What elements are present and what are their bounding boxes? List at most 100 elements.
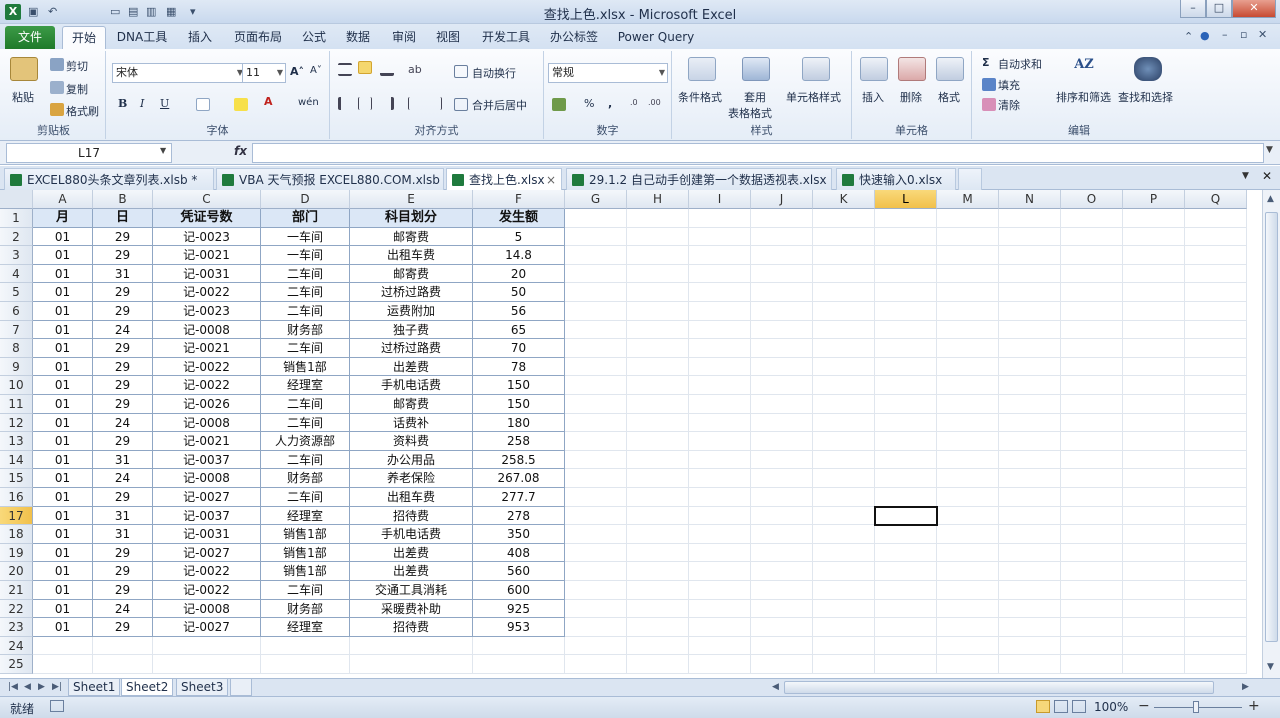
table-cell[interactable] [875, 320, 937, 340]
table-cell[interactable]: 29 [93, 283, 153, 302]
insert-function-button[interactable]: fx [234, 144, 247, 158]
table-cell[interactable]: 出差费 [350, 562, 473, 581]
table-cell[interactable]: 56 [473, 302, 565, 321]
table-cell[interactable] [1123, 283, 1185, 302]
table-cell[interactable]: 01 [33, 525, 93, 544]
table-cell[interactable]: 24 [93, 469, 153, 488]
table-cell[interactable] [627, 636, 689, 656]
table-cell[interactable] [1123, 302, 1185, 321]
table-cell[interactable]: 29 [93, 543, 153, 563]
table-cell[interactable]: 资料费 [350, 432, 473, 451]
table-cell[interactable] [689, 562, 751, 581]
table-cell[interactable]: 销售1部 [261, 543, 350, 563]
table-cell[interactable]: 01 [33, 488, 93, 507]
table-cell[interactable] [813, 227, 875, 247]
doc-close-icon[interactable]: ✕ [1258, 28, 1267, 41]
table-cell[interactable] [813, 581, 875, 600]
table-cell[interactable] [627, 339, 689, 358]
table-cell[interactable] [999, 469, 1061, 488]
table-cell[interactable] [565, 376, 627, 395]
worksheet-grid[interactable]: A B C D E F G H I J K L M N O P Q 1 2 3 4 5 6 7 8 9 10 11 12 13 14 15 16… [0, 190, 1262, 678]
tab-power-query[interactable]: Power Query [614, 26, 698, 49]
table-cell[interactable] [565, 227, 627, 247]
tab-home[interactable]: 开始 [62, 26, 106, 49]
table-cell[interactable] [999, 339, 1061, 358]
table-cell[interactable] [1061, 655, 1123, 674]
tab-page-layout[interactable]: 页面布局 [228, 26, 288, 49]
table-cell[interactable] [999, 562, 1061, 581]
table-cell[interactable]: 二车间 [261, 264, 350, 284]
table-cell[interactable]: 24 [93, 413, 153, 433]
table-cell[interactable] [565, 264, 627, 284]
table-cell[interactable]: 29 [93, 488, 153, 507]
table-cell[interactable] [751, 488, 813, 507]
table-cell[interactable]: 记-0022 [153, 562, 261, 581]
table-cell[interactable] [937, 618, 999, 637]
table-cell[interactable] [1185, 525, 1247, 544]
table-cell[interactable] [565, 469, 627, 488]
close-doc-icon[interactable]: ✕ [1262, 169, 1272, 183]
table-cell[interactable] [1185, 543, 1247, 563]
table-cell[interactable]: 267.08 [473, 469, 565, 488]
table-cell[interactable]: 记-0022 [153, 283, 261, 302]
table-cell[interactable]: 01 [33, 506, 93, 526]
table-cell[interactable] [565, 543, 627, 563]
autosum-button[interactable]: 自动求和 [998, 56, 1042, 72]
table-cell[interactable] [999, 320, 1061, 340]
table-cell[interactable] [565, 320, 627, 340]
table-cell[interactable] [875, 395, 937, 414]
comma-button[interactable]: , [608, 97, 612, 110]
sheet-tab-1[interactable]: Sheet1 [68, 679, 121, 696]
table-cell[interactable]: 邮寄费 [350, 264, 473, 284]
table-cell[interactable] [751, 339, 813, 358]
increase-decimal-icon[interactable]: .0 [630, 98, 644, 111]
table-cell[interactable] [689, 246, 751, 265]
table-cell[interactable] [751, 283, 813, 302]
table-cell[interactable]: 277.7 [473, 488, 565, 507]
table-cell[interactable] [1061, 525, 1123, 544]
table-cell[interactable]: 二车间 [261, 339, 350, 358]
grow-font-button[interactable]: A˄ [290, 65, 304, 78]
table-cell[interactable] [875, 339, 937, 358]
table-cell[interactable] [813, 525, 875, 544]
font-size-combo[interactable]: 11 ▼ [242, 63, 286, 83]
prev-sheet-icon[interactable]: ◀ [24, 682, 31, 692]
doc-tab-2[interactable]: VBA 天气预报 EXCEL880.COM.xlsb [216, 168, 444, 190]
table-cell[interactable] [689, 413, 751, 433]
number-format-combo[interactable]: 常规 ▼ [548, 63, 668, 83]
table-cell[interactable] [875, 302, 937, 321]
table-cell[interactable]: 招待费 [350, 506, 473, 526]
format-as-table-label-2[interactable]: 表格格式 [728, 105, 772, 121]
table-cell[interactable] [33, 655, 93, 674]
table-cell[interactable] [751, 227, 813, 247]
table-cell[interactable] [937, 264, 999, 284]
table-cell[interactable] [565, 413, 627, 433]
table-cell[interactable] [689, 581, 751, 600]
column-header[interactable]: Q [1185, 190, 1247, 209]
table-cell[interactable]: 记-0037 [153, 506, 261, 526]
table-cell[interactable] [627, 413, 689, 433]
table-cell[interactable] [1185, 450, 1247, 470]
table-cell[interactable] [565, 636, 627, 656]
table-cell[interactable]: 31 [93, 506, 153, 526]
table-cell[interactable] [1123, 655, 1185, 674]
table-header-cell[interactable] [689, 209, 751, 228]
table-cell[interactable] [999, 227, 1061, 247]
column-header[interactable]: I [689, 190, 751, 209]
table-cell[interactable]: 出租车费 [350, 246, 473, 265]
table-cell[interactable] [689, 395, 751, 414]
tab-data[interactable]: 数据 [340, 26, 376, 49]
table-header-cell[interactable] [937, 209, 999, 228]
table-cell[interactable] [627, 655, 689, 674]
table-cell[interactable] [1061, 488, 1123, 507]
table-cell[interactable]: 一车间 [261, 227, 350, 247]
table-header-cell[interactable] [1185, 209, 1247, 228]
table-cell[interactable] [1061, 227, 1123, 247]
name-box-dropdown-icon[interactable]: ▼ [160, 146, 166, 155]
table-cell[interactable] [1185, 246, 1247, 265]
table-header-cell[interactable] [999, 209, 1061, 228]
table-cell[interactable] [627, 302, 689, 321]
table-cell[interactable]: 01 [33, 283, 93, 302]
table-cell[interactable] [1185, 655, 1247, 674]
table-cell[interactable] [751, 432, 813, 451]
